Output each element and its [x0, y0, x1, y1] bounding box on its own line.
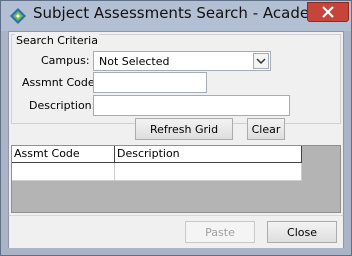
- clear-button[interactable]: Clear: [247, 118, 285, 140]
- diamond-app-icon: [10, 8, 26, 24]
- table-cell[interactable]: [12, 163, 115, 180]
- refresh-grid-button[interactable]: Refresh Grid: [135, 118, 233, 140]
- window-close-button[interactable]: [307, 2, 349, 22]
- campus-label: Campus:: [41, 54, 90, 67]
- search-criteria-group: Search Criteria Campus: Not Selected Ass…: [11, 34, 341, 124]
- window-title: Subject Assessments Search - Academic: [33, 4, 337, 22]
- chevron-down-icon[interactable]: [253, 53, 269, 69]
- assmnt-code-input[interactable]: [93, 72, 207, 93]
- campus-selected-value: Not Selected: [99, 55, 170, 68]
- group-title: Search Criteria: [15, 34, 99, 47]
- campus-select[interactable]: Not Selected: [93, 51, 271, 71]
- assmnt-code-label: Assmnt Code: [22, 76, 95, 89]
- column-header-assmt-code[interactable]: Assmt Code: [12, 146, 115, 162]
- close-button[interactable]: Close: [267, 221, 337, 243]
- dialog-footer: Paste Close: [9, 215, 343, 248]
- results-grid[interactable]: Assmt Code Description: [11, 145, 341, 213]
- paste-button[interactable]: Paste: [185, 221, 255, 243]
- close-icon: [322, 6, 334, 18]
- title-bar[interactable]: Subject Assessments Search - Academic: [1, 1, 351, 31]
- table-cell[interactable]: [115, 163, 302, 180]
- column-header-description[interactable]: Description: [115, 146, 302, 162]
- dialog-window: Subject Assessments Search - Academic Se…: [0, 0, 352, 256]
- dialog-client-area: Search Criteria Campus: Not Selected Ass…: [8, 31, 344, 248]
- table-row[interactable]: [12, 163, 302, 181]
- description-input[interactable]: [93, 95, 290, 116]
- description-label: Description:: [29, 99, 96, 112]
- grid-header: Assmt Code Description: [12, 146, 302, 163]
